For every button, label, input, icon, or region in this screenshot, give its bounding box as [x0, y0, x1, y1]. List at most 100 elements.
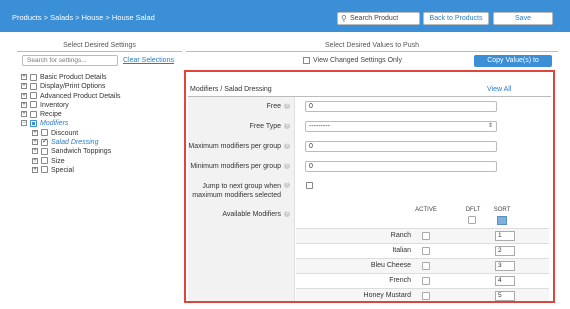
modifier-name: Ranch — [390, 232, 411, 239]
modifier-active-checkbox[interactable] — [422, 262, 430, 270]
view-changed-checkbox[interactable] — [303, 57, 310, 64]
modifier-row: Ranch 1 — [296, 228, 549, 243]
modifier-sort-input[interactable]: 5 — [495, 291, 515, 301]
help-icon[interactable]: ? — [284, 103, 290, 109]
modifier-row: French 4 — [296, 273, 549, 288]
tree-item[interactable]: + Recipe — [21, 110, 181, 119]
divider — [186, 51, 558, 52]
modifier-name: Bleu Cheese — [370, 262, 411, 269]
free-type-label-text: Free Type — [249, 123, 281, 130]
view-all-link[interactable]: View All — [487, 86, 511, 93]
min-modifiers-input[interactable]: 0 — [305, 161, 497, 172]
dflt-select-all-checkbox[interactable] — [468, 216, 476, 224]
tree-item[interactable]: + Advanced Product Details — [21, 92, 181, 101]
jump-next-group-label: Jump to next group when? maximum modifier… — [192, 182, 290, 200]
tree-item[interactable]: + Size — [21, 157, 181, 166]
expand-icon[interactable]: + — [32, 139, 38, 146]
jump-label-line2: maximum modifiers selected — [192, 192, 281, 199]
help-icon[interactable]: ? — [284, 163, 290, 169]
tree-item-checkbox[interactable] — [30, 101, 37, 109]
panel-title: Modifiers / Salad Dressing — [190, 86, 272, 93]
tree-item[interactable]: + Sandwich Toppings — [21, 147, 181, 156]
settings-tree: + Basic Product Details + Display/Print Opt… — [21, 73, 181, 175]
tree-item-label: Display/Print Options — [40, 83, 106, 91]
max-modifiers-label-text: Maximum modifiers per group — [188, 143, 281, 150]
back-to-products-button[interactable]: Back to Products — [423, 12, 489, 25]
jump-next-group-checkbox[interactable] — [306, 182, 313, 189]
modifier-active-checkbox[interactable] — [422, 232, 430, 240]
sort-icon[interactable] — [497, 216, 507, 225]
expand-icon[interactable]: + — [32, 157, 38, 164]
expand-icon[interactable]: + — [32, 129, 38, 136]
expand-icon[interactable]: + — [21, 83, 27, 90]
modifier-sort-input[interactable]: 3 — [495, 261, 515, 271]
expand-icon[interactable]: + — [32, 148, 38, 155]
modifier-sort-input[interactable]: 1 — [495, 231, 515, 241]
tree-item-label: Special — [51, 166, 74, 174]
view-changed-label: View Changed Settings Only — [313, 57, 402, 64]
free-label: Free? — [267, 103, 290, 110]
modifier-active-checkbox[interactable] — [422, 277, 430, 285]
min-modifiers-label: Minimum modifiers per group? — [190, 163, 290, 170]
modifier-row: Bleu Cheese 3 — [296, 258, 549, 273]
tree-item[interactable]: + Inventory — [21, 101, 181, 110]
tree-item-checkbox[interactable] — [30, 82, 37, 90]
help-icon[interactable]: ? — [284, 143, 290, 149]
modifier-active-checkbox[interactable] — [422, 292, 430, 300]
save-button[interactable]: Save — [493, 12, 553, 25]
modifier-sort-input[interactable]: 4 — [495, 276, 515, 286]
settings-search-input[interactable]: Search for settings... — [22, 55, 118, 66]
clear-selections-link[interactable]: Clear Selections — [123, 57, 174, 64]
modifier-settings-panel: Modifiers / Salad Dressing View All Free… — [184, 70, 555, 303]
tree-item[interactable]: − Modifiers — [21, 119, 181, 128]
right-column-heading: Select Desired Values to Push — [324, 42, 420, 49]
help-icon[interactable]: ? — [284, 123, 290, 129]
help-icon[interactable]: ? — [284, 211, 290, 217]
tree-item-checkbox[interactable] — [30, 110, 37, 118]
tree-item-checkbox[interactable] — [41, 129, 48, 137]
expand-icon[interactable]: + — [21, 92, 27, 99]
tree-item-checkbox[interactable] — [41, 137, 48, 146]
modifier-row: Honey Mustard 5 — [296, 288, 549, 301]
tree-item-checkbox[interactable] — [30, 92, 37, 100]
help-icon[interactable]: ? — [284, 182, 290, 188]
tree-item-checkbox[interactable] — [30, 73, 37, 81]
tree-item[interactable]: + Display/Print Options — [21, 82, 181, 91]
tree-item-label: Salad Dressing — [51, 139, 99, 147]
sort-column-header: SORT — [493, 207, 511, 213]
max-modifiers-label: Maximum modifiers per group? — [188, 143, 290, 150]
tree-item-label: Recipe — [40, 111, 62, 119]
breadcrumb: Products > Salads > House > House Salad — [12, 13, 155, 22]
copy-values-button[interactable]: Copy Value(s) to — [474, 55, 552, 67]
free-type-select[interactable]: --------- ⇕ — [305, 121, 497, 132]
dflt-column-header: DFLT — [465, 207, 481, 213]
tree-item[interactable]: + Special — [21, 166, 181, 175]
modifier-name: French — [389, 277, 411, 284]
expand-icon[interactable]: + — [21, 101, 27, 108]
tree-item-label: Inventory — [40, 101, 69, 109]
tree-item-label: Advanced Product Details — [40, 92, 121, 100]
available-modifiers-label-text: Available Modifiers — [222, 211, 281, 218]
min-modifiers-label-text: Minimum modifiers per group — [190, 163, 281, 170]
tree-item-checkbox[interactable] — [41, 147, 48, 155]
tree-item[interactable]: + Basic Product Details — [21, 73, 181, 82]
expand-icon[interactable]: + — [21, 74, 27, 80]
search-product-button[interactable]: ⚲ Search Product — [337, 12, 420, 25]
left-column-heading: Select Desired Settings — [63, 42, 136, 49]
free-type-value: --------- — [309, 123, 330, 130]
expand-icon[interactable]: + — [32, 166, 38, 173]
free-input[interactable]: 0 — [305, 101, 497, 112]
collapse-icon[interactable]: − — [21, 120, 27, 127]
search-icon: ⚲ — [341, 14, 347, 23]
tree-item-checkbox[interactable] — [41, 166, 48, 174]
tree-item[interactable]: + Salad Dressing — [21, 137, 181, 147]
tree-item-checkbox[interactable] — [41, 157, 48, 165]
modifier-sort-input[interactable]: 2 — [495, 246, 515, 256]
max-modifiers-input[interactable]: 0 — [305, 141, 497, 152]
jump-label-line1: Jump to next group when — [202, 183, 281, 190]
expand-icon[interactable]: + — [21, 111, 27, 118]
tree-item-checkbox[interactable] — [30, 119, 37, 127]
available-modifiers-label: Available Modifiers? — [222, 211, 290, 218]
modifier-row: Italian 2 — [296, 243, 549, 258]
modifier-active-checkbox[interactable] — [422, 247, 430, 255]
